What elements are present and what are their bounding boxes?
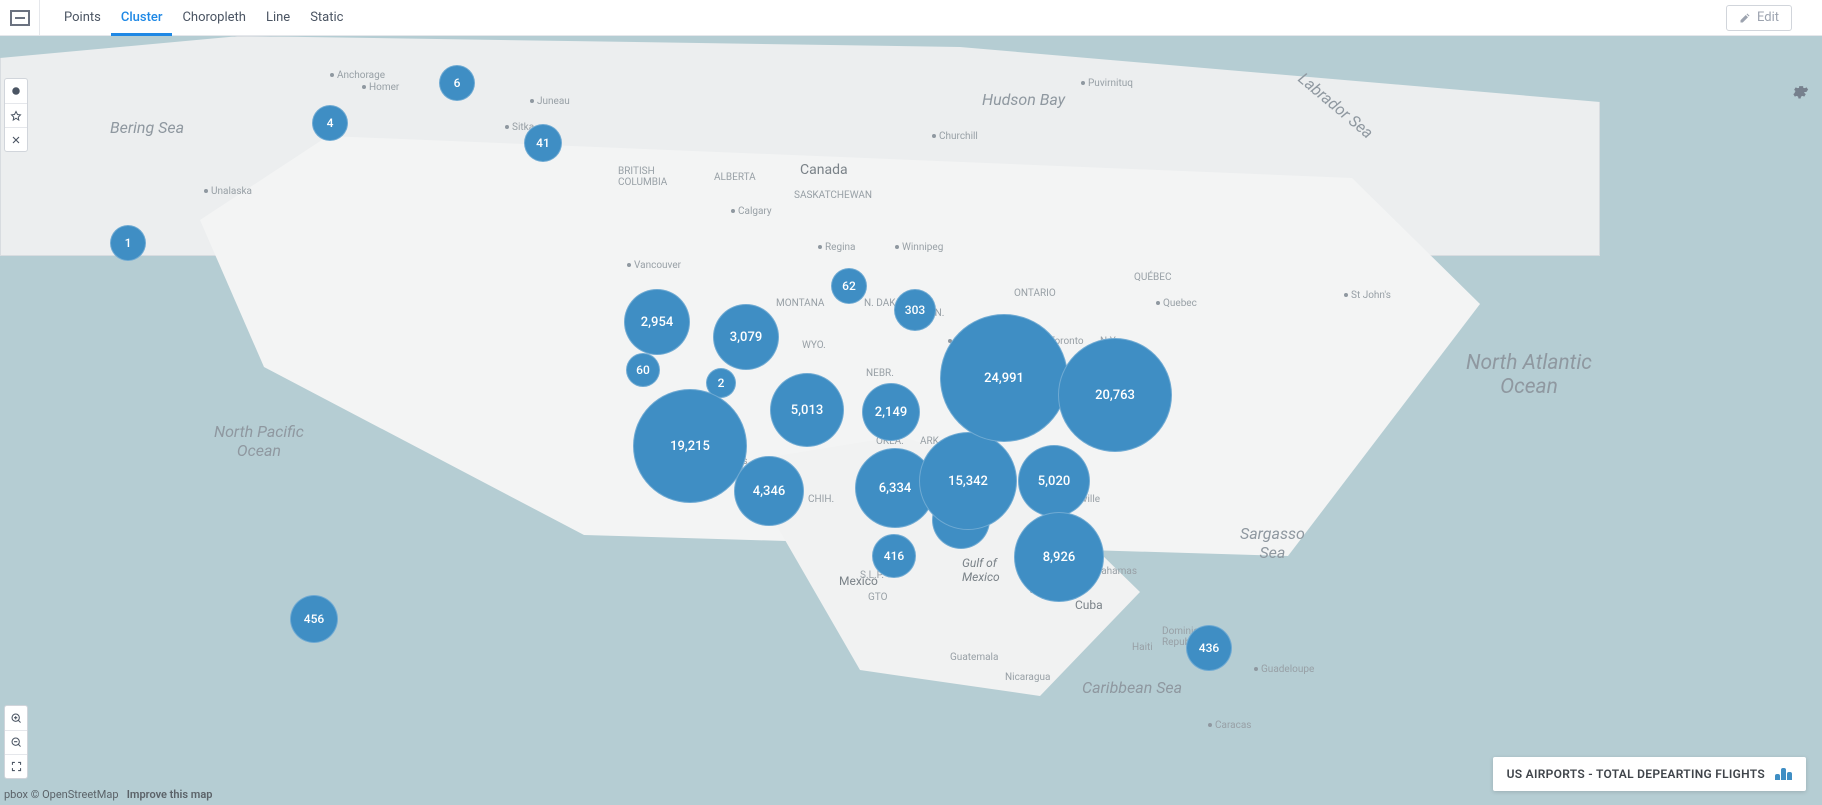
map-label: North Atlantic Ocean [1466,351,1592,399]
cluster-marker[interactable]: 5,020 [1018,445,1090,517]
cluster-marker[interactable]: 6 [439,65,475,101]
tab-points[interactable]: Points [54,0,111,36]
tab-choropleth[interactable]: Choropleth [172,0,256,36]
pencil-icon [1739,12,1751,24]
zoom-controls [4,705,28,779]
map-label: Haiti [1132,642,1153,653]
cluster-marker[interactable]: 41 [524,124,562,162]
gear-icon [1791,83,1809,101]
tab-static[interactable]: Static [300,0,353,36]
draw-tool-palette [4,78,28,152]
cluster-marker[interactable]: 20,763 [1058,338,1172,452]
map-attribution: pbox © OpenStreetMap Improve this map [4,788,212,801]
legend-title: US AIRPORTS - TOTAL DEPEARTING FLIGHTS [1507,767,1765,781]
top-toolbar: PointsClusterChoroplethLineStatic Edit [0,0,1822,36]
close-icon [10,134,22,146]
cluster-marker[interactable]: 19,215 [633,389,747,503]
map-label: Guadeloupe [1254,664,1314,675]
attribution-osm[interactable]: OpenStreetMap [42,788,118,801]
cluster-marker[interactable]: 24,991 [940,314,1068,442]
attribution-mapbox[interactable]: pbox [4,788,28,801]
cluster-marker[interactable]: 1 [110,225,146,261]
cluster-marker[interactable]: 303 [894,289,936,331]
cluster-marker[interactable]: 60 [626,353,660,387]
edit-button[interactable]: Edit [1726,5,1792,31]
circle-tool[interactable] [5,79,27,103]
cluster-marker[interactable]: 436 [1186,625,1232,671]
cluster-marker[interactable]: 62 [831,268,867,304]
legend: US AIRPORTS - TOTAL DEPEARTING FLIGHTS [1493,757,1806,791]
cluster-marker[interactable]: 4,346 [734,456,804,526]
fullscreen-button[interactable] [5,754,27,778]
panel-icon [10,10,30,26]
star-icon [10,110,22,122]
map-label: North Pacific Ocean [214,422,304,460]
cluster-marker[interactable]: 2,954 [624,289,690,355]
zoom-in-button[interactable] [5,706,27,730]
toolbar-toggle-button[interactable] [0,0,40,36]
legend-swatch-icon [1775,768,1792,780]
tab-cluster[interactable]: Cluster [111,0,173,36]
cluster-marker[interactable]: 2,149 [862,383,920,441]
cluster-marker[interactable]: 15,342 [919,432,1017,530]
map-label: Caribbean Sea [1082,678,1182,697]
attribution-copyright: © [31,788,40,801]
cluster-marker[interactable]: 5,013 [770,373,844,447]
zoom-out-button[interactable] [5,730,27,754]
tab-line[interactable]: Line [256,0,300,36]
zoom-out-icon [10,736,23,749]
map-canvas[interactable]: Bering Sea North Pacific Ocean Hudson Ba… [0,36,1822,805]
clear-tool[interactable] [5,127,27,151]
cluster-marker[interactable]: 416 [872,534,916,578]
cluster-marker[interactable]: 3,079 [713,304,779,370]
zoom-in-icon [10,712,23,725]
view-tabs: PointsClusterChoroplethLineStatic [40,0,353,36]
fullscreen-icon [10,760,23,773]
settings-button[interactable] [1788,80,1812,104]
polygon-tool[interactable] [5,103,27,127]
cluster-marker[interactable]: 4 [312,105,348,141]
map-label: Caracas [1208,720,1251,731]
improve-map-link[interactable]: Improve this map [127,788,213,801]
cluster-marker[interactable]: 456 [290,595,338,643]
edit-label: Edit [1757,10,1779,25]
circle-icon [10,85,22,97]
cluster-marker[interactable]: 8,926 [1014,512,1104,602]
